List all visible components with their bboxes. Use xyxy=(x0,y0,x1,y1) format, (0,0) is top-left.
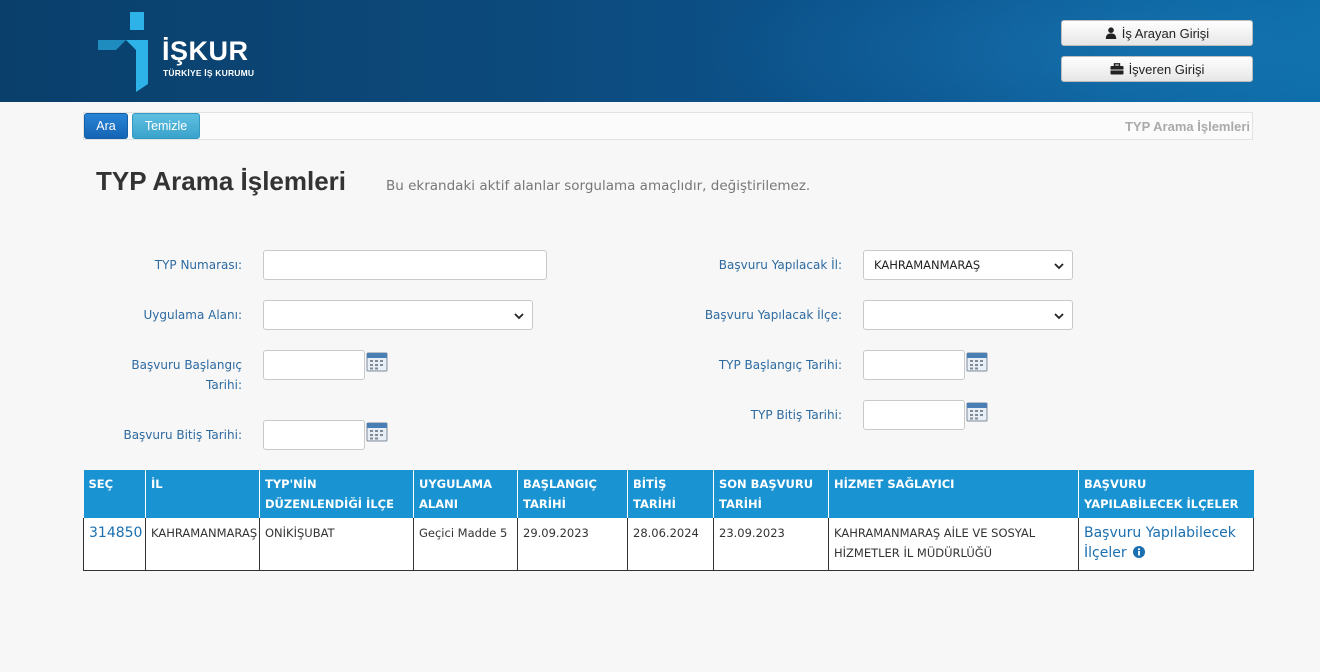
calendar-icon[interactable] xyxy=(366,420,388,442)
typ-number-input[interactable] xyxy=(263,250,547,280)
column-header-area[interactable]: UYGULAMA ALANI xyxy=(413,470,518,518)
page-title: TYP Arama İşlemleri xyxy=(96,166,347,196)
logo-title: İŞKUR xyxy=(162,36,249,66)
user-icon xyxy=(1105,27,1116,39)
job-seeker-login-label: İş Arayan Girişi xyxy=(1121,25,1210,41)
page-subtitle: Bu ekrandaki aktif alanlar sorgulama ama… xyxy=(386,178,811,194)
action-toolbar: Ara Temizle TYP Arama İşlemleri xyxy=(83,112,1253,140)
district-select[interactable] xyxy=(863,300,1073,330)
employer-login-button[interactable]: İşveren Girişi xyxy=(1061,56,1253,82)
province-select[interactable]: KAHRAMANMARAŞ xyxy=(863,250,1073,280)
row-area: Geçici Madde 5 xyxy=(413,518,518,571)
row-district: ONİKİŞUBAT xyxy=(259,518,414,571)
district-label: Başvuru Yapılacak İlçe: xyxy=(704,308,842,322)
province-value: KAHRAMANMARAŞ xyxy=(874,258,981,272)
table-row: 314850 KAHRAMANMARAŞ ONİKİŞUBAT Geçici M… xyxy=(83,518,1254,571)
application-area-select[interactable] xyxy=(263,300,533,330)
logo-subtitle: TÜRKİYE İŞ KURUMU xyxy=(163,68,255,78)
info-icon[interactable] xyxy=(1133,546,1146,558)
column-header-districts[interactable]: BAŞVURU YAPILABİLECEK İLÇELER xyxy=(1078,470,1254,518)
row-start-date: 29.09.2023 xyxy=(517,518,628,571)
app-end-date-input[interactable] xyxy=(263,420,365,450)
typ-start-date-label: TYP Başlangıç Tarihi: xyxy=(718,358,842,372)
chevron-down-icon xyxy=(1054,313,1064,320)
search-button[interactable]: Ara xyxy=(84,113,128,139)
app-start-date-label-line2: Tarihi: xyxy=(206,378,242,392)
job-seeker-login-button[interactable]: İş Arayan Girişi xyxy=(1061,20,1253,46)
typ-end-date-label: TYP Bitiş Tarihi: xyxy=(750,408,842,422)
chevron-down-icon xyxy=(514,313,524,320)
row-deadline: 23.09.2023 xyxy=(713,518,829,571)
typ-id-link[interactable]: 314850 xyxy=(89,525,142,541)
column-header-start-date[interactable]: BAŞLANGIÇ TARİHİ xyxy=(517,470,628,518)
calendar-icon[interactable] xyxy=(966,400,988,422)
row-province: KAHRAMANMARAŞ xyxy=(145,518,260,571)
calendar-icon[interactable] xyxy=(966,350,988,372)
site-header: İŞKUR TÜRKİYE İŞ KURUMU İş Arayan Girişi… xyxy=(0,0,1320,102)
breadcrumb: TYP Arama İşlemleri xyxy=(1124,119,1250,134)
column-header-district[interactable]: TYP'NİN DÜZENLENDİĞİ İLÇE xyxy=(259,470,414,518)
typ-start-date-input[interactable] xyxy=(863,350,965,380)
column-header-end-date[interactable]: BİTİŞ TARİHİ xyxy=(627,470,714,518)
application-area-label: Uygulama Alanı: xyxy=(143,308,242,322)
typ-end-date-input[interactable] xyxy=(863,400,965,430)
column-header-provider[interactable]: HİZMET SAĞLAYICI xyxy=(828,470,1079,518)
app-end-date-label: Başvuru Bitiş Tarihi: xyxy=(123,428,242,442)
clear-button[interactable]: Temizle xyxy=(132,113,200,139)
province-label: Başvuru Yapılacak İl: xyxy=(718,258,842,272)
applicable-districts-link[interactable]: Başvuru Yapılabilecek İlçeler xyxy=(1084,525,1236,561)
row-end-date: 28.06.2024 xyxy=(627,518,714,571)
calendar-icon[interactable] xyxy=(366,350,388,372)
typ-number-label: TYP Numarası: xyxy=(154,258,242,272)
app-start-date-label-line1: Başvuru Başlangıç xyxy=(131,358,242,372)
row-select-cell: 314850 xyxy=(83,518,146,571)
app-start-date-input[interactable] xyxy=(263,350,365,380)
column-header-province[interactable]: İL xyxy=(145,470,260,518)
row-districts-cell: Başvuru Yapılabilecek İlçeler xyxy=(1078,518,1254,571)
employer-login-label: İşveren Girişi xyxy=(1128,61,1205,77)
column-header-deadline[interactable]: SON BAŞVURU TARİHİ xyxy=(713,470,829,518)
chevron-down-icon xyxy=(1054,263,1064,270)
row-provider: KAHRAMANMARAŞ AİLE VE SOSYAL HİZMETLER İ… xyxy=(828,518,1079,571)
table-header-row: SEÇ İL TYP'NİN DÜZENLENDİĞİ İLÇE UYGULAM… xyxy=(83,470,1254,518)
results-table: SEÇ İL TYP'NİN DÜZENLENDİĞİ İLÇE UYGULAM… xyxy=(83,470,1254,571)
app-start-date-label: Başvuru Başlangıç Tarihi: xyxy=(96,355,242,395)
briefcase-icon xyxy=(1110,63,1124,75)
header-decoration xyxy=(700,0,1320,102)
column-header-select[interactable]: SEÇ xyxy=(83,470,146,518)
